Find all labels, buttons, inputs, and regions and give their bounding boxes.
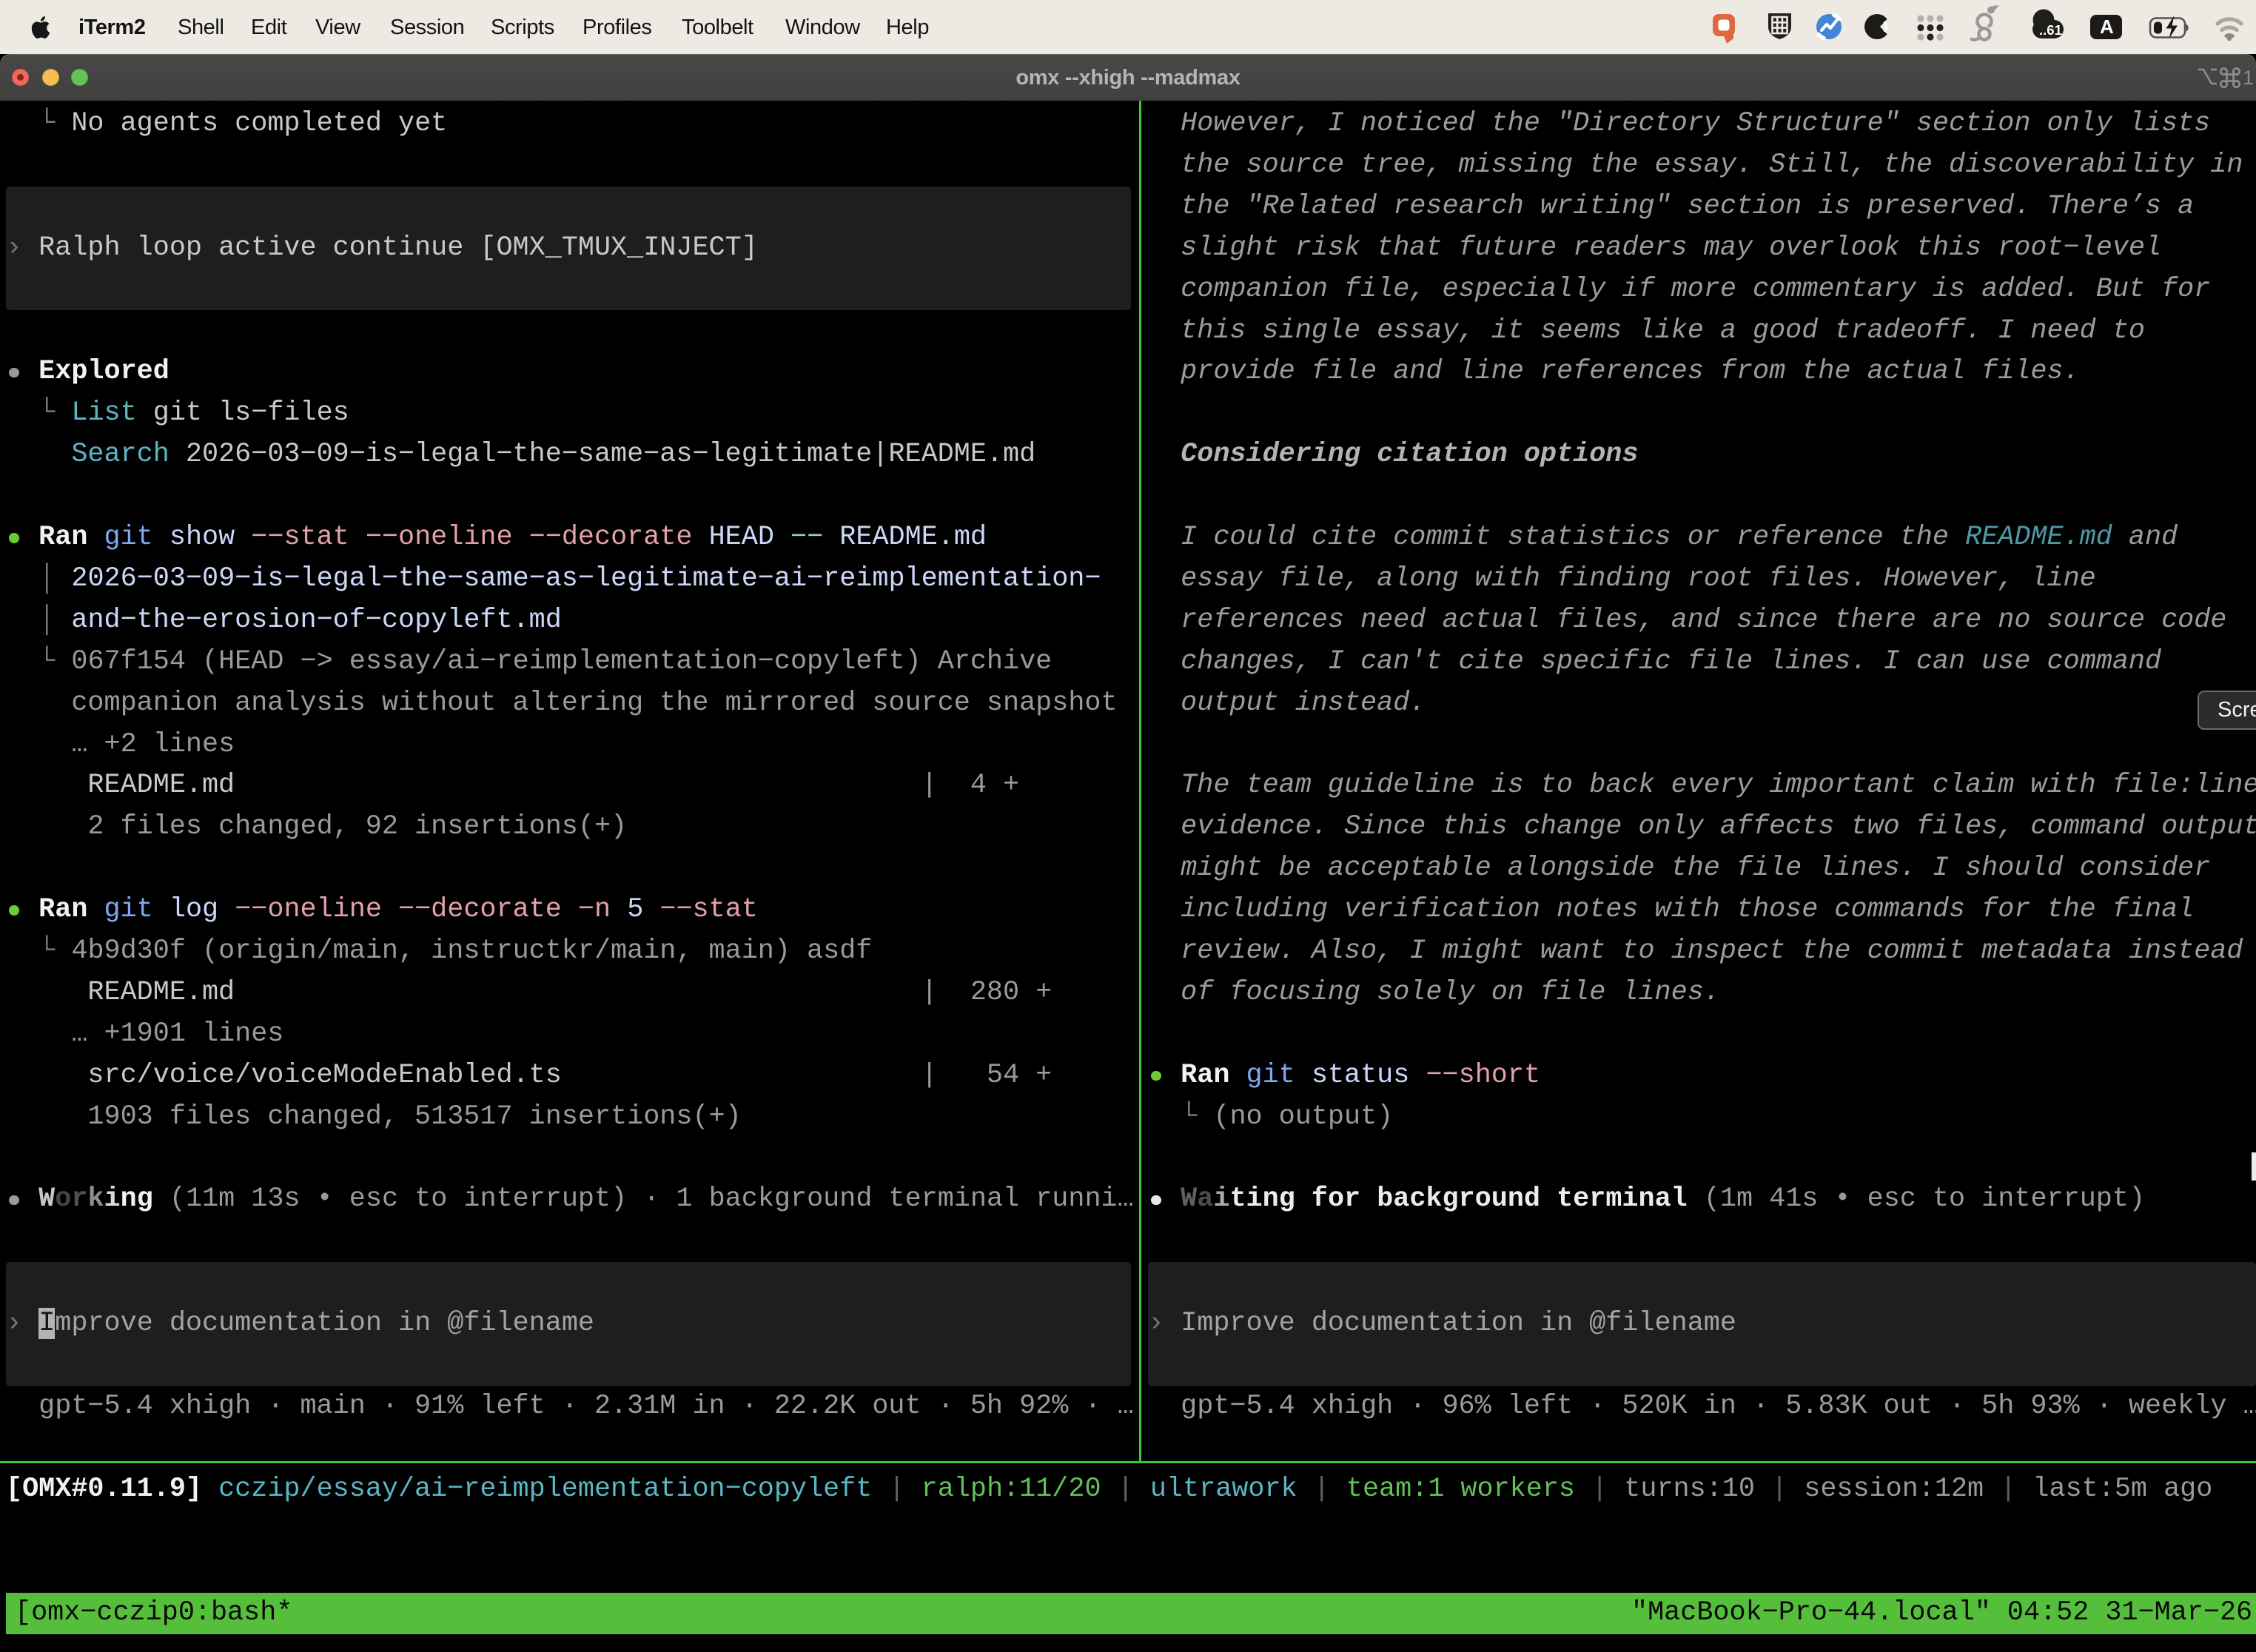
- svg-text:A: A: [2100, 16, 2114, 38]
- svg-text:1: 1: [2243, 67, 2253, 88]
- svg-text:..61: ..61: [2039, 22, 2062, 38]
